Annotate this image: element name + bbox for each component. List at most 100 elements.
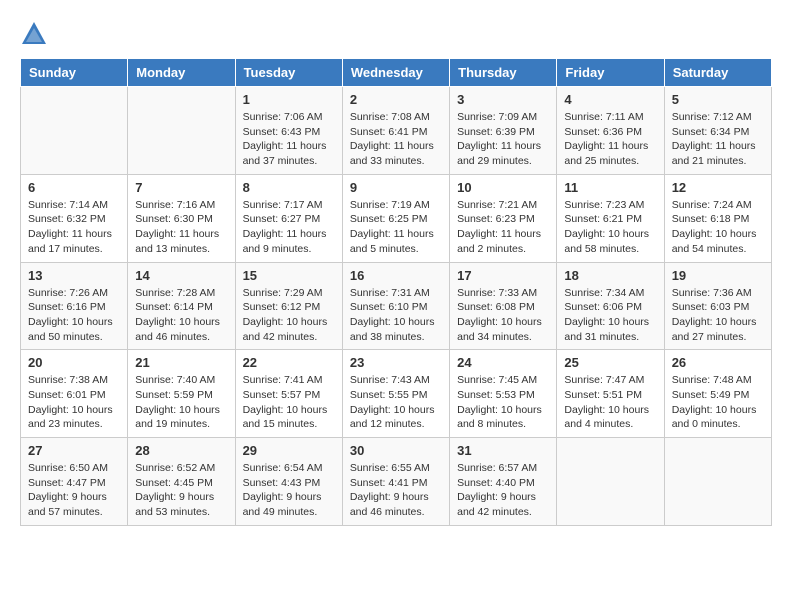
- day-cell: 16 Sunrise: 7:31 AMSunset: 6:10 PMDayligh…: [342, 262, 449, 350]
- day-number: 13: [28, 268, 120, 283]
- day-detail: Sunrise: 6:57 AMSunset: 4:40 PMDaylight:…: [457, 461, 549, 520]
- day-cell: 2Sunrise: 7:08 AMSunset: 6:41 PMDaylight…: [342, 87, 449, 175]
- day-detail: Sunrise: 7:33 AMSunset: 6:08 PMDaylight:…: [457, 286, 549, 345]
- day-number: 6: [28, 180, 120, 195]
- day-cell: 1 Sunrise: 7:06 AMSunset: 6:43 PMDaylight…: [235, 87, 342, 175]
- day-number: 3: [457, 92, 549, 107]
- day-detail: Sunrise: 7:41 AMSunset: 5:57 PMDaylight:…: [243, 373, 335, 432]
- day-cell: [664, 438, 771, 526]
- page-header: [20, 20, 772, 48]
- day-detail: Sunrise: 7:19 AMSunset: 6:25 PMDaylight:…: [350, 198, 442, 257]
- day-cell: 30 Sunrise: 6:55 AMSunset: 4:41 PMDayligh…: [342, 438, 449, 526]
- day-cell: 29 Sunrise: 6:54 AMSunset: 4:43 PMDayligh…: [235, 438, 342, 526]
- day-cell: 23 Sunrise: 7:43 AMSunset: 5:55 PMDayligh…: [342, 350, 449, 438]
- day-cell: 22 Sunrise: 7:41 AMSunset: 5:57 PMDayligh…: [235, 350, 342, 438]
- day-cell: 28 Sunrise: 6:52 AMSunset: 4:45 PMDayligh…: [128, 438, 235, 526]
- col-header-monday: Monday: [128, 59, 235, 87]
- day-detail: Sunrise: 7:47 AMSunset: 5:51 PMDaylight:…: [564, 373, 656, 432]
- logo: [20, 20, 52, 48]
- week-row-5: 27Sunrise: 6:50 AMSunset: 4:47 PMDayligh…: [21, 438, 772, 526]
- day-detail: Sunrise: 7:48 AMSunset: 5:49 PMDaylight:…: [672, 373, 764, 432]
- day-detail: Sunrise: 7:26 AMSunset: 6:16 PMDaylight:…: [28, 286, 120, 345]
- day-detail: Sunrise: 7:34 AMSunset: 6:06 PMDaylight:…: [564, 286, 656, 345]
- col-header-wednesday: Wednesday: [342, 59, 449, 87]
- day-detail: Sunrise: 7:14 AMSunset: 6:32 PMDaylight:…: [28, 198, 120, 257]
- day-cell: 26Sunrise: 7:48 AMSunset: 5:49 PMDayligh…: [664, 350, 771, 438]
- week-row-2: 6 Sunrise: 7:14 AMSunset: 6:32 PMDaylight…: [21, 174, 772, 262]
- day-number: 27: [28, 443, 120, 458]
- calendar-header-row: SundayMondayTuesdayWednesdayThursdayFrid…: [21, 59, 772, 87]
- day-cell: 12 Sunrise: 7:24 AMSunset: 6:18 PMDayligh…: [664, 174, 771, 262]
- day-number: 5: [672, 92, 764, 107]
- day-number: 1: [243, 92, 335, 107]
- day-detail: Sunrise: 7:28 AMSunset: 6:14 PMDaylight:…: [135, 286, 227, 345]
- day-detail: Sunrise: 6:55 AMSunset: 4:41 PMDaylight:…: [350, 461, 442, 520]
- day-detail: Sunrise: 7:40 AMSunset: 5:59 PMDaylight:…: [135, 373, 227, 432]
- logo-icon: [20, 20, 48, 48]
- day-detail: Sunrise: 7:11 AMSunset: 6:36 PMDaylight:…: [564, 110, 656, 169]
- day-number: 25: [564, 355, 656, 370]
- day-cell: 10 Sunrise: 7:21 AMSunset: 6:23 PMDayligh…: [450, 174, 557, 262]
- day-number: 18: [564, 268, 656, 283]
- day-detail: Sunrise: 6:54 AMSunset: 4:43 PMDaylight:…: [243, 461, 335, 520]
- col-header-saturday: Saturday: [664, 59, 771, 87]
- day-cell: 19 Sunrise: 7:36 AMSunset: 6:03 PMDayligh…: [664, 262, 771, 350]
- day-detail: Sunrise: 7:06 AMSunset: 6:43 PMDaylight:…: [243, 110, 335, 169]
- day-detail: Sunrise: 7:31 AMSunset: 6:10 PMDaylight:…: [350, 286, 442, 345]
- day-detail: Sunrise: 6:52 AMSunset: 4:45 PMDaylight:…: [135, 461, 227, 520]
- day-cell: 24 Sunrise: 7:45 AMSunset: 5:53 PMDayligh…: [450, 350, 557, 438]
- day-number: 31: [457, 443, 549, 458]
- day-cell: 8 Sunrise: 7:17 AMSunset: 6:27 PMDaylight…: [235, 174, 342, 262]
- day-cell: 21 Sunrise: 7:40 AMSunset: 5:59 PMDayligh…: [128, 350, 235, 438]
- col-header-sunday: Sunday: [21, 59, 128, 87]
- day-cell: 25 Sunrise: 7:47 AMSunset: 5:51 PMDayligh…: [557, 350, 664, 438]
- day-detail: Sunrise: 7:36 AMSunset: 6:03 PMDaylight:…: [672, 286, 764, 345]
- day-number: 2: [350, 92, 442, 107]
- day-cell: 15 Sunrise: 7:29 AMSunset: 6:12 PMDayligh…: [235, 262, 342, 350]
- day-cell: 14 Sunrise: 7:28 AMSunset: 6:14 PMDayligh…: [128, 262, 235, 350]
- day-number: 8: [243, 180, 335, 195]
- day-number: 14: [135, 268, 227, 283]
- day-cell: [557, 438, 664, 526]
- day-number: 17: [457, 268, 549, 283]
- day-number: 24: [457, 355, 549, 370]
- calendar-table: SundayMondayTuesdayWednesdayThursdayFrid…: [20, 58, 772, 526]
- day-number: 29: [243, 443, 335, 458]
- day-number: 30: [350, 443, 442, 458]
- day-number: 15: [243, 268, 335, 283]
- day-cell: 5Sunrise: 7:12 AMSunset: 6:34 PMDaylight…: [664, 87, 771, 175]
- day-cell: 9 Sunrise: 7:19 AMSunset: 6:25 PMDaylight…: [342, 174, 449, 262]
- day-detail: Sunrise: 7:17 AMSunset: 6:27 PMDaylight:…: [243, 198, 335, 257]
- day-number: 10: [457, 180, 549, 195]
- day-detail: Sunrise: 7:38 AMSunset: 6:01 PMDaylight:…: [28, 373, 120, 432]
- day-detail: Sunrise: 7:43 AMSunset: 5:55 PMDaylight:…: [350, 373, 442, 432]
- day-number: 16: [350, 268, 442, 283]
- day-cell: [21, 87, 128, 175]
- day-cell: 18 Sunrise: 7:34 AMSunset: 6:06 PMDayligh…: [557, 262, 664, 350]
- day-detail: Sunrise: 7:29 AMSunset: 6:12 PMDaylight:…: [243, 286, 335, 345]
- week-row-4: 20 Sunrise: 7:38 AMSunset: 6:01 PMDayligh…: [21, 350, 772, 438]
- day-detail: Sunrise: 7:21 AMSunset: 6:23 PMDaylight:…: [457, 198, 549, 257]
- day-cell: 7Sunrise: 7:16 AMSunset: 6:30 PMDaylight…: [128, 174, 235, 262]
- day-number: 12: [672, 180, 764, 195]
- day-number: 7: [135, 180, 227, 195]
- day-number: 22: [243, 355, 335, 370]
- day-cell: 6 Sunrise: 7:14 AMSunset: 6:32 PMDaylight…: [21, 174, 128, 262]
- day-detail: Sunrise: 7:45 AMSunset: 5:53 PMDaylight:…: [457, 373, 549, 432]
- day-cell: 31 Sunrise: 6:57 AMSunset: 4:40 PMDayligh…: [450, 438, 557, 526]
- col-header-thursday: Thursday: [450, 59, 557, 87]
- day-cell: 27Sunrise: 6:50 AMSunset: 4:47 PMDayligh…: [21, 438, 128, 526]
- day-number: 9: [350, 180, 442, 195]
- day-number: 21: [135, 355, 227, 370]
- day-number: 28: [135, 443, 227, 458]
- day-number: 20: [28, 355, 120, 370]
- day-cell: 3 Sunrise: 7:09 AMSunset: 6:39 PMDaylight…: [450, 87, 557, 175]
- day-detail: Sunrise: 7:23 AMSunset: 6:21 PMDaylight:…: [564, 198, 656, 257]
- day-detail: Sunrise: 7:09 AMSunset: 6:39 PMDaylight:…: [457, 110, 549, 169]
- day-number: 4: [564, 92, 656, 107]
- day-number: 23: [350, 355, 442, 370]
- day-cell: [128, 87, 235, 175]
- day-number: 19: [672, 268, 764, 283]
- day-detail: Sunrise: 7:24 AMSunset: 6:18 PMDaylight:…: [672, 198, 764, 257]
- day-number: 11: [564, 180, 656, 195]
